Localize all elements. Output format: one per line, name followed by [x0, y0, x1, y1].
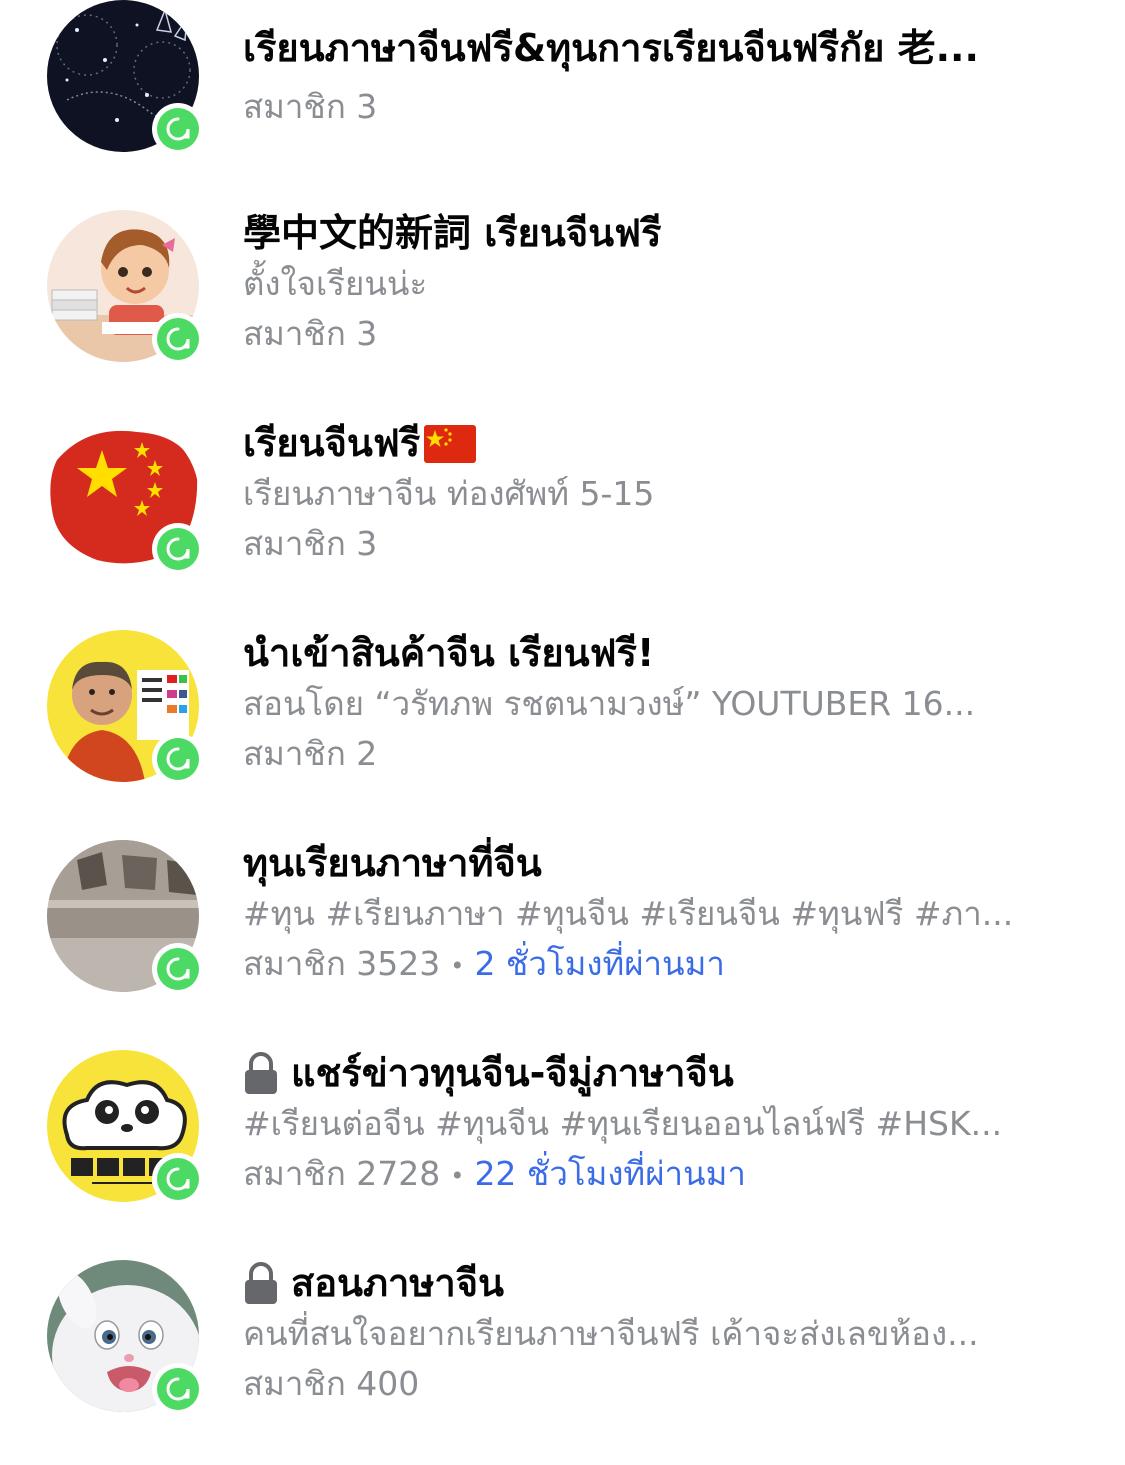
group-text: เรียนภาษาจีนฟรี&ทุนการเรียนจีนฟรีกัย 老..…: [243, 22, 1083, 132]
group-title: เรียนจีนฟรี: [243, 417, 1083, 469]
group-title-text: นำเข้าสินค้าจีน เรียนฟรี!: [243, 631, 655, 675]
member-count: สมาชิก 2728: [243, 1154, 441, 1193]
online-badge: [152, 313, 204, 365]
group-subtitle: เรียนภาษาจีน ท่องศัพท์ 5-15: [243, 474, 655, 513]
chat-badge-icon: [157, 1158, 199, 1200]
group-subtitle: #เรียนต่อจีน #ทุนจีน #ทุนเรียนออนไลน์ฟรี…: [243, 1104, 1003, 1143]
group-row-4[interactable]: นำเข้าสินค้าจีน เรียนฟรี! สอนโดย “วรัทภพ…: [0, 625, 1125, 835]
group-members: สมาชิก 3: [243, 82, 1083, 132]
chat-badge-icon: [157, 108, 199, 150]
group-row-6[interactable]: แชร์ข่าวทุนจีน-จีมู่ภาษาจีน #เรียนต่อจีน…: [0, 1045, 1125, 1255]
chat-badge-icon: [157, 528, 199, 570]
group-title: 學中文的新詞 เรียนจีนฟรี: [243, 207, 1083, 259]
group-avatar-wrap: [47, 420, 204, 575]
group-title-text: สอนภาษาจีน: [291, 1261, 505, 1305]
group-row-2[interactable]: 學中文的新詞 เรียนจีนฟรี ตั้งใจเรียนน่ะ สมาชิก…: [0, 205, 1125, 415]
group-members: สมาชิก 2728 • 22 ชั่วโมงที่ผ่านมา: [243, 1149, 1083, 1199]
chat-badge-icon: [157, 948, 199, 990]
online-badge: [152, 523, 204, 575]
group-avatar-wrap: [47, 1050, 204, 1205]
online-badge: [152, 103, 204, 155]
member-count: สมาชิก 3: [243, 87, 378, 126]
group-text: เรียนจีนฟรี เรียนภาษาจีน ท่องศัพท์ 5-15 …: [243, 417, 1083, 569]
group-row-1[interactable]: เรียนภาษาจีนฟรี&ทุนการเรียนจีนฟรีกัย 老..…: [0, 0, 1125, 210]
dot-separator: •: [450, 1161, 465, 1190]
online-badge: [152, 733, 204, 785]
last-active-time: 2 ชั่วโมงที่ผ่านมา: [474, 944, 725, 983]
group-text: แชร์ข่าวทุนจีน-จีมู่ภาษาจีน #เรียนต่อจีน…: [243, 1047, 1083, 1199]
dot-separator: •: [450, 951, 465, 980]
group-title: แชร์ข่าวทุนจีน-จีมู่ภาษาจีน: [243, 1047, 1083, 1099]
group-title-text: ทุนเรียนภาษาที่จีน: [243, 841, 542, 885]
group-avatar-wrap: [47, 210, 204, 365]
member-count: สมาชิก 3523: [243, 944, 441, 983]
member-count: สมาชิก 3: [243, 524, 378, 563]
lock-icon: [243, 1051, 279, 1095]
chat-badge-icon: [157, 738, 199, 780]
group-members: สมาชิก 2: [243, 729, 1083, 779]
group-text: นำเข้าสินค้าจีน เรียนฟรี! สอนโดย “วรัทภพ…: [243, 627, 1083, 779]
online-badge: [152, 1153, 204, 1205]
online-badge: [152, 1363, 204, 1415]
china-flag-icon: [424, 424, 477, 463]
group-subtitle: ตั้งใจเรียนน่ะ: [243, 264, 428, 303]
group-title-text: แชร์ข่าวทุนจีน-จีมู่ภาษาจีน: [291, 1051, 734, 1095]
member-count: สมาชิก 2: [243, 734, 378, 773]
lock-icon: [243, 1261, 279, 1305]
chat-badge-icon: [157, 1368, 199, 1410]
group-members: สมาชิก 3: [243, 519, 1083, 569]
group-title: นำเข้าสินค้าจีน เรียนฟรี!: [243, 627, 1083, 679]
group-title-text: เรียนจีนฟรี: [243, 421, 421, 465]
member-count: สมาชิก 3: [243, 314, 378, 353]
group-members: สมาชิก 3: [243, 309, 1083, 359]
group-text: ทุนเรียนภาษาที่จีน #ทุน #เรียนภาษา #ทุนจ…: [243, 837, 1083, 989]
group-subtitle: สอนโดย “วรัทภพ รชตนามวงษ์” YOUTUBER 16..…: [243, 684, 976, 723]
online-badge: [152, 943, 204, 995]
group-row-3[interactable]: เรียนจีนฟรี เรียนภาษาจีน ท่องศัพท์ 5-15 …: [0, 415, 1125, 625]
group-avatar-wrap: [47, 630, 204, 785]
group-list: เรียนภาษาจีนฟรี&ทุนการเรียนจีนฟรีกัย 老..…: [0, 0, 1125, 1440]
group-text: 學中文的新詞 เรียนจีนฟรี ตั้งใจเรียนน่ะ สมาชิก…: [243, 207, 1083, 359]
group-title: สอนภาษาจีน: [243, 1257, 1083, 1309]
group-subtitle: คนที่สนใจอยากเรียนภาษาจีนฟรี เค้าจะส่งเล…: [243, 1314, 979, 1353]
group-title-text: เรียนภาษาจีนฟรี&ทุนการเรียนจีนฟรีกัย 老..…: [243, 26, 979, 70]
group-title-text: 學中文的新詞 เรียนจีนฟรี: [243, 211, 662, 255]
group-title: ทุนเรียนภาษาที่จีน: [243, 837, 1083, 889]
group-members: สมาชิก 3523 • 2 ชั่วโมงที่ผ่านมา: [243, 939, 1083, 989]
group-row-7[interactable]: สอนภาษาจีน คนที่สนใจอยากเรียนภาษาจีนฟรี …: [0, 1255, 1125, 1465]
group-members: สมาชิก 400: [243, 1359, 1083, 1409]
group-avatar-wrap: [47, 1260, 204, 1415]
group-avatar-wrap: [47, 840, 204, 995]
group-row-5[interactable]: ทุนเรียนภาษาที่จีน #ทุน #เรียนภาษา #ทุนจ…: [0, 835, 1125, 1045]
group-text: สอนภาษาจีน คนที่สนใจอยากเรียนภาษาจีนฟรี …: [243, 1257, 1083, 1409]
member-count: สมาชิก 400: [243, 1364, 420, 1403]
group-title: เรียนภาษาจีนฟรี&ทุนการเรียนจีนฟรีกัย 老..…: [243, 22, 1083, 74]
chat-badge-icon: [157, 318, 199, 360]
group-subtitle: #ทุน #เรียนภาษา #ทุนจีน #เรียนจีน #ทุนฟร…: [243, 894, 1014, 933]
group-avatar-wrap: [47, 0, 204, 155]
last-active-time: 22 ชั่วโมงที่ผ่านมา: [474, 1154, 746, 1193]
